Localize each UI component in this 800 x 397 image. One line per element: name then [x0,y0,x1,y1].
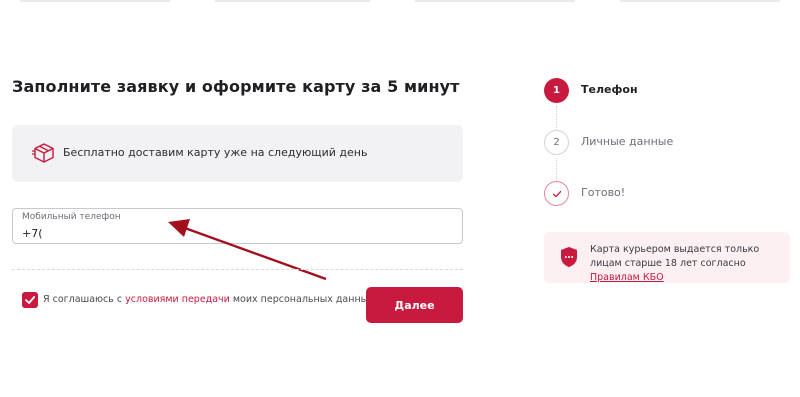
delivery-box-icon [32,142,56,164]
age-notice: Карта курьером выдается только лицам ста… [544,232,790,283]
step-number: 1 [544,78,569,103]
consent-checkbox[interactable] [22,292,38,308]
consent-terms-link[interactable]: условиями передачи [125,294,230,305]
top-divider [215,0,370,2]
delivery-notice-text: Бесплатно доставим карту уже на следующи… [63,146,368,159]
consent-text: Я соглашаюсь с условиями передачи моих п… [43,294,374,305]
step-label: Телефон [581,83,638,96]
check-icon [552,190,561,197]
kbo-rules-link[interactable]: Правилам КБО [590,272,664,283]
phone-input-value[interactable]: +7( [22,227,43,240]
shield-icon [559,246,579,268]
annotation-arrow [168,219,327,281]
step-number: 2 [544,130,569,155]
phone-input-label: Мобильный телефон [22,212,121,222]
delivery-notice: Бесплатно доставим карту уже на следующи… [12,125,463,182]
top-divider [620,0,780,2]
section-divider [12,269,463,270]
step-label: Готово! [581,186,626,199]
consent-text-after: моих персональных данных [232,294,374,305]
step-done-circle [544,181,569,206]
step-connector [556,106,557,130]
top-divider [20,0,170,2]
page-title: Заполните заявку и оформите карту за 5 м… [12,77,460,96]
check-icon [25,296,36,304]
next-button[interactable]: Далее [366,287,463,323]
step-label: Личные данные [581,135,674,148]
consent-text-before: Я соглашаюсь с [43,294,123,305]
step-connector [556,158,557,181]
age-notice-text: Карта курьером выдается только лицам ста… [590,243,785,285]
age-notice-body: Карта курьером выдается только лицам ста… [590,244,760,269]
top-divider [415,0,575,2]
